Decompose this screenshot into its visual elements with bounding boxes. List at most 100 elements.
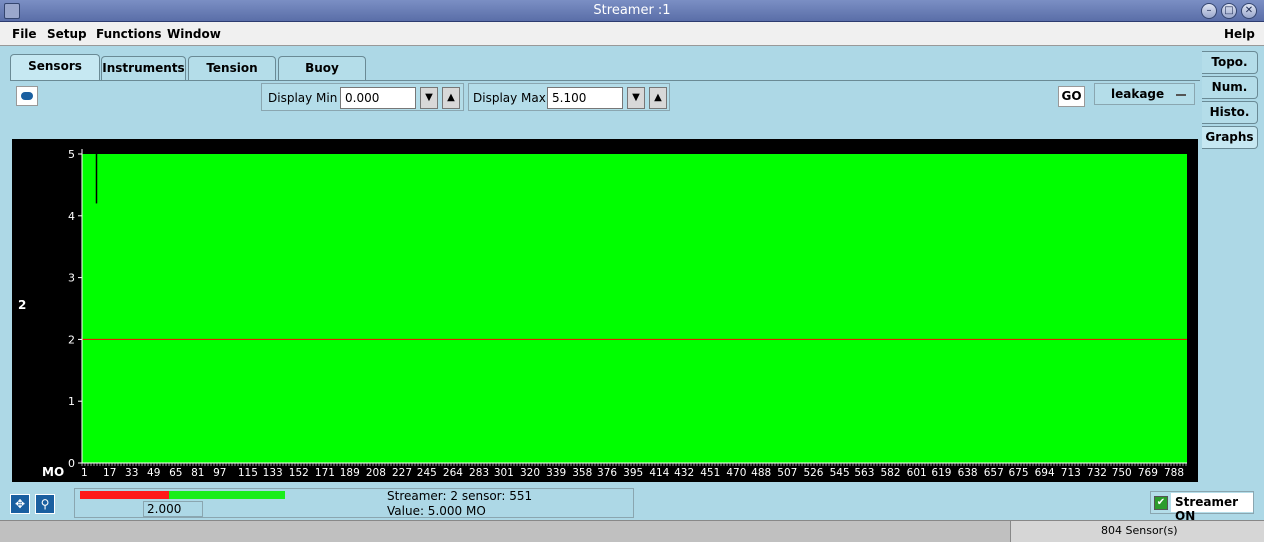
x-tick-label: 582 [881,467,901,479]
menu-file[interactable]: File [12,27,37,41]
tab-sensors[interactable]: Sensors [10,54,100,81]
menu-functions[interactable]: Functions [96,27,162,41]
x-tick-label: 133 [263,467,283,479]
tab-buoy-current[interactable]: Buoy Current [278,56,366,97]
dropdown-indicator-icon [1176,94,1186,96]
x-tick-label: 227 [392,467,412,479]
x-tick-label: 657 [984,467,1004,479]
status-bar: 804 Sensor(s) [0,520,1264,542]
display-min-increment-button[interactable]: ▲ [442,87,460,109]
x-tick-label: 49 [147,467,160,479]
x-tick-label: 750 [1112,467,1132,479]
side-tab-graphs[interactable]: Graphs [1202,126,1258,149]
fit-view-icon[interactable]: ✥ [10,494,30,514]
tab-instruments[interactable]: Instruments [101,56,186,80]
x-tick-label: 638 [958,467,978,479]
window-title: Streamer :1 [593,3,671,18]
x-tick-label: 245 [417,467,437,479]
x-tick-label: 320 [520,467,540,479]
x-tick-label: 358 [572,467,592,479]
y-tick-label: 0 [68,457,75,470]
tab-tension[interactable]: Tension [188,56,276,80]
x-tick-label: 65 [169,467,182,479]
menu-window[interactable]: Window [167,27,221,41]
x-tick-label: 675 [1008,467,1028,479]
display-max-input[interactable]: 5.100 [547,87,623,109]
x-tick-label: 526 [803,467,823,479]
menu-setup[interactable]: Setup [47,27,87,41]
side-tab-histo[interactable]: Histo. [1202,101,1258,124]
x-tick-label: 115 [238,467,258,479]
x-tick-label: 414 [649,467,669,479]
x-tick-label: 395 [623,467,643,479]
y-tick-label: 4 [68,210,75,223]
x-tick-label: 301 [494,467,514,479]
level-bar-green [169,491,285,499]
streamer-on-toggle[interactable]: ✔ Streamer ON [1150,491,1254,523]
y-tick-label: 3 [68,272,75,285]
x-tick-label: 451 [700,467,720,479]
display-min-group: Display Min 0.000 ▼ ▲ [261,83,464,111]
menu-bar: File Setup Functions Window Help [0,22,1264,46]
y-tick-label: 5 [68,148,75,161]
chart-svg: 0123452MO 1 17 33 49 65 81 97 115 133 152 171 189 208… [18,148,1187,479]
display-max-increment-button[interactable]: ▲ [649,87,667,109]
minimize-icon[interactable]: – [1201,3,1217,19]
checkbox-checked-icon[interactable]: ✔ [1154,496,1168,510]
x-tick-label: 81 [191,467,204,479]
side-tab-topo[interactable]: Topo. [1202,51,1258,74]
side-tab-num[interactable]: Num. [1202,76,1258,99]
tab-divider [10,80,1200,81]
streamer-sensor-text: Streamer: 2 sensor: 551 [387,489,533,503]
display-min-decrement-button[interactable]: ▼ [420,87,438,109]
level-bar-red [80,491,169,499]
close-icon[interactable]: ✕ [1241,3,1257,19]
display-max-decrement-button[interactable]: ▼ [627,87,645,109]
x-tick-label: 17 [103,467,116,479]
x-tick-label: 171 [315,467,335,479]
value-text: Value: 5.000 MO [387,504,486,518]
y-unit-label: MO [42,465,64,479]
go-button[interactable]: GO [1058,86,1085,107]
x-tick-label: 563 [854,467,874,479]
x-tick-label: 619 [931,467,951,479]
view-toggle-icon[interactable] [16,86,38,106]
x-tick-label: 33 [125,467,138,479]
sensor-count-text: 804 Sensor(s) [1010,521,1264,542]
threshold-input[interactable]: 2.000 [143,501,203,517]
streamer-on-label: Streamer ON [1171,493,1253,523]
mode-dropdown-value: leakage [1111,87,1165,101]
display-min-label: Display Min [268,91,338,105]
y-tick-label: 1 [68,395,75,408]
x-tick-label: 283 [469,467,489,479]
x-tick-label: 694 [1035,467,1055,479]
maximize-icon[interactable]: □ [1221,3,1237,19]
display-max-group: Display Max 5.100 ▼ ▲ [468,83,670,111]
x-tick-label: 97 [213,467,226,479]
menu-help[interactable]: Help [1224,27,1255,41]
x-tick-label: 488 [751,467,771,479]
x-tick-label: 545 [830,467,850,479]
x-tick-label: 339 [546,467,566,479]
sensor-chart: 0 1 2 3 4 5 2 MO 1 17 33 49 65 81 97 115 133 152 171 189 208… [12,139,1198,482]
x-tick-label: 601 [907,467,927,479]
x-tick-label: 264 [443,467,463,479]
x-tick-label: 713 [1061,467,1081,479]
series-label: 2 [18,298,26,312]
sensor-values-fill [82,154,1187,463]
display-min-input[interactable]: 0.000 [340,87,416,109]
x-tick-label: 208 [366,467,386,479]
x-tick-label: 732 [1087,467,1107,479]
x-tick-label: 470 [726,467,746,479]
display-max-label: Display Max [473,91,546,105]
zoom-icon[interactable]: ⚲ [35,494,55,514]
x-tick-label: 376 [597,467,617,479]
x-tick-label: 788 [1164,467,1184,479]
y-tick-label: 2 [68,333,75,346]
x-tick-label: 507 [777,467,797,479]
x-tick-label: 432 [674,467,694,479]
title-bar: Streamer :1 – □ ✕ [0,0,1264,22]
x-tick-label: 152 [289,467,309,479]
x-tick-label: 1 [81,467,88,479]
mode-dropdown[interactable]: leakage [1094,83,1195,105]
